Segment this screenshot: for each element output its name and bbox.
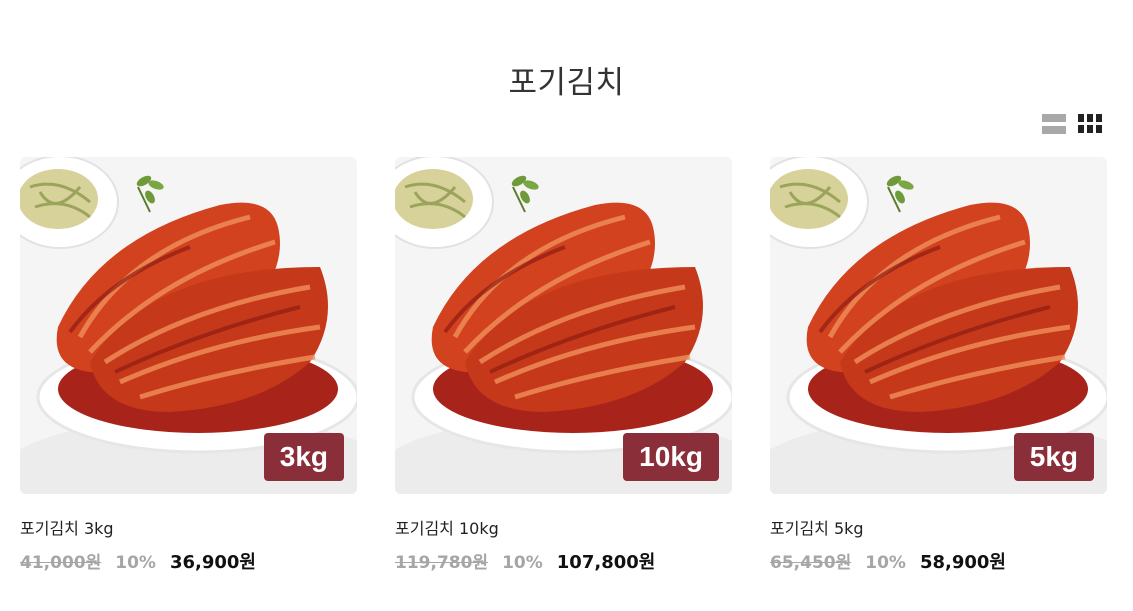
product-image[interactable]: 3kg bbox=[20, 157, 357, 494]
discount-rate: 10% bbox=[115, 553, 156, 573]
weight-badge: 3kg bbox=[263, 433, 344, 481]
weight-badge: 10kg bbox=[623, 433, 719, 481]
list-view-icon[interactable] bbox=[1042, 114, 1066, 134]
price-row: 41,000원 10% 36,900원 bbox=[20, 548, 256, 574]
price-row: 119,780원 10% 107,800원 bbox=[395, 548, 655, 574]
weight-badge: 5kg bbox=[1013, 433, 1094, 481]
original-price: 119,780원 bbox=[395, 553, 489, 573]
sale-price: 107,800원 bbox=[556, 552, 656, 573]
discount-rate: 10% bbox=[865, 553, 906, 573]
discount-rate: 10% bbox=[502, 553, 543, 573]
sale-price: 58,900원 bbox=[919, 552, 1006, 573]
original-price: 65,450원 bbox=[770, 553, 852, 573]
price-row: 65,450원 10% 58,900원 bbox=[770, 548, 1006, 574]
view-toggle bbox=[1042, 114, 1102, 134]
product-card[interactable]: 5kg 포기김치 5kg 65,450원 10% 58,900원 bbox=[770, 157, 1107, 573]
product-name[interactable]: 포기김치 5kg bbox=[770, 515, 864, 539]
page-title: 포기김치 bbox=[508, 64, 625, 101]
product-name[interactable]: 포기김치 10kg bbox=[395, 515, 499, 539]
product-card[interactable]: 3kg 포기김치 3kg 41,000원 10% 36,900원 bbox=[20, 157, 357, 573]
original-price: 41,000원 bbox=[20, 553, 102, 573]
product-card[interactable]: 10kg 포기김치 10kg 119,780원 10% 107,800원 bbox=[395, 157, 732, 573]
product-name[interactable]: 포기김치 3kg bbox=[20, 515, 114, 539]
sale-price: 36,900원 bbox=[169, 552, 256, 573]
product-image[interactable]: 5kg bbox=[770, 157, 1107, 494]
product-image[interactable]: 10kg bbox=[395, 157, 732, 494]
grid-view-icon[interactable] bbox=[1078, 114, 1102, 134]
